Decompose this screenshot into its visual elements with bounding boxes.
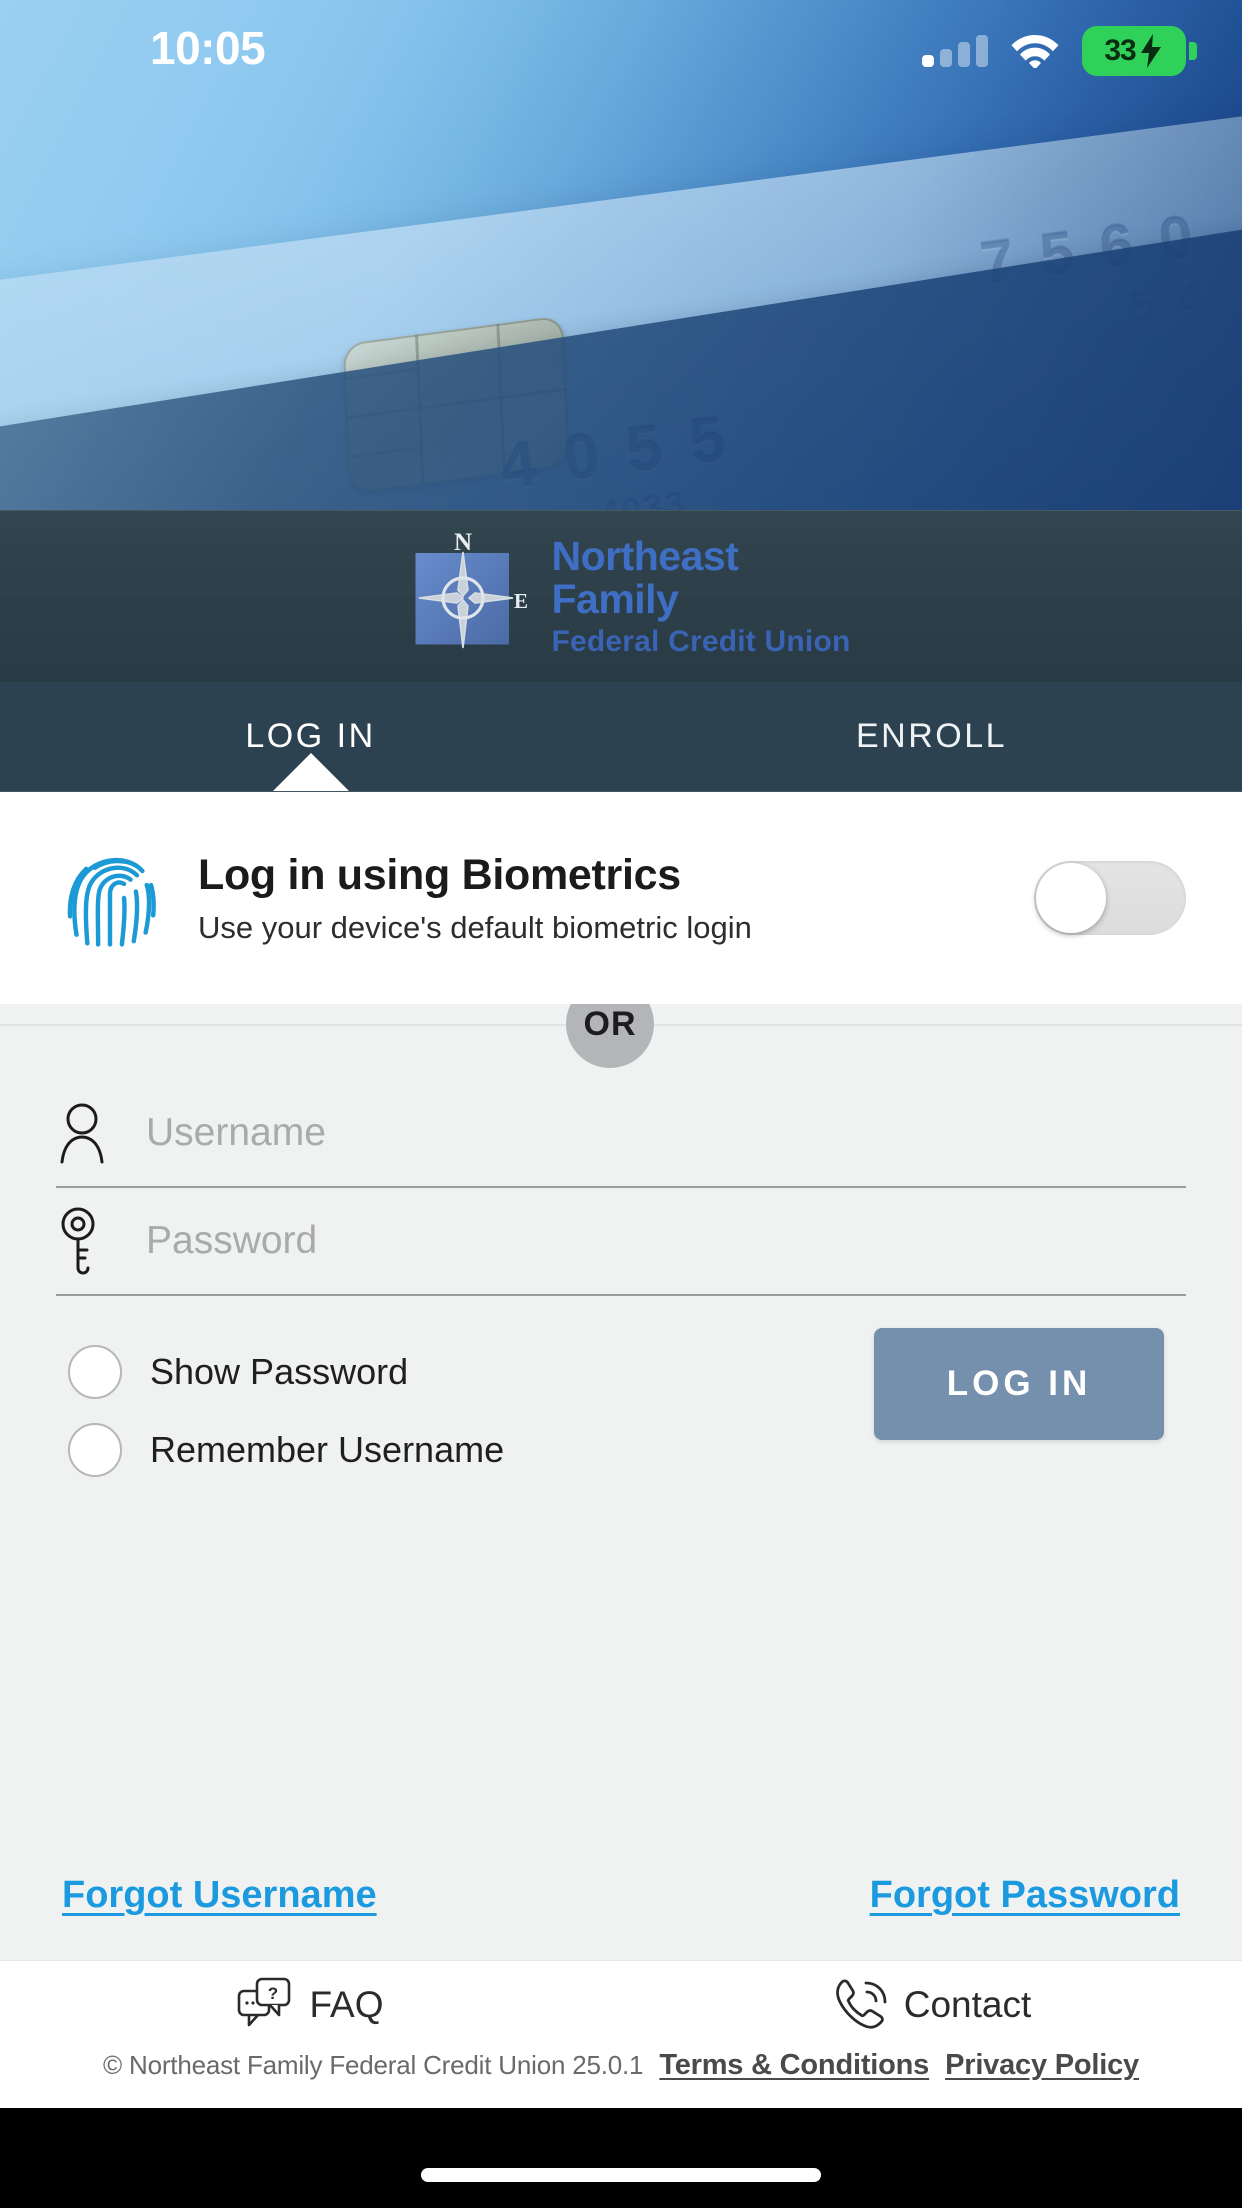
svg-text:?: ? xyxy=(268,1984,278,2003)
battery-charging-icon: 33 xyxy=(1082,26,1197,76)
tab-enroll[interactable]: ENROLL xyxy=(621,682,1242,791)
login-form-area: OR S xyxy=(0,980,1242,2008)
person-icon xyxy=(56,1102,128,1164)
brand-line-2: Family xyxy=(551,576,679,622)
log-in-button[interactable]: LOG IN xyxy=(874,1328,1164,1440)
brand-line-1: Northeast xyxy=(551,533,739,579)
app-footer: ? FAQ Contact © Northeast Family Federal… xyxy=(0,1960,1242,2108)
show-password-checkbox-row[interactable]: Show Password xyxy=(68,1334,504,1410)
tab-enroll-label: ENROLL xyxy=(855,717,1008,755)
phone-ringing-icon xyxy=(832,1976,888,2035)
active-tab-indicator xyxy=(272,753,349,791)
toggle-knob xyxy=(1036,863,1106,933)
faq-button[interactable]: ? FAQ xyxy=(0,1977,621,2034)
compass-rose-icon: N E xyxy=(407,530,528,656)
remember-username-checkbox[interactable] xyxy=(68,1423,122,1477)
fingerprint-icon xyxy=(56,844,164,952)
app-screen: 7 5 6 0 5 4 4 0 5 5 4033 5 1 4 4 VALID T… xyxy=(0,0,1242,2208)
faq-label: FAQ xyxy=(309,1984,384,2025)
compass-north-label: N xyxy=(454,530,472,556)
remember-username-checkbox-row[interactable]: Remember Username xyxy=(68,1412,504,1488)
brand-line-3: Federal Credit Union xyxy=(551,625,851,658)
copyright-text: © Northeast Family Federal Credit Union … xyxy=(103,2050,644,2080)
tab-log-in-label: LOG IN xyxy=(245,717,376,755)
faq-chat-icon: ? xyxy=(237,1977,293,2034)
compass-east-label: E xyxy=(514,589,528,613)
biometric-title: Log in using Biometrics xyxy=(198,850,681,899)
forgot-links-row: Forgot Username Forgot Password xyxy=(0,1874,1242,1917)
wifi-icon xyxy=(1010,30,1060,73)
login-options: Show Password Remember Username xyxy=(68,1334,504,1490)
system-home-bar xyxy=(0,2108,1242,2208)
show-password-label: Show Password xyxy=(150,1351,409,1392)
key-icon xyxy=(56,1206,128,1276)
auth-tab-bar: LOG IN ENROLL xyxy=(0,682,1242,792)
remember-username-label: Remember Username xyxy=(150,1429,505,1470)
show-password-checkbox[interactable] xyxy=(68,1345,122,1399)
username-input[interactable] xyxy=(128,1111,1186,1155)
biometric-login-row: Log in using Biometrics Use your device'… xyxy=(0,792,1242,1004)
username-field-row[interactable] xyxy=(56,1080,1186,1188)
biometric-subtitle: Use your device's default biometric logi… xyxy=(198,909,752,945)
contact-label: Contact xyxy=(903,1984,1032,2025)
forgot-password-link[interactable]: Forgot Password xyxy=(870,1874,1180,1917)
forgot-username-link[interactable]: Forgot Username xyxy=(62,1874,377,1917)
tab-log-in[interactable]: LOG IN xyxy=(0,682,621,791)
privacy-policy-link[interactable]: Privacy Policy xyxy=(945,2049,1139,2082)
password-input[interactable] xyxy=(128,1219,1186,1263)
contact-button[interactable]: Contact xyxy=(621,1976,1242,2035)
brand-name: Northeast Family Federal Credit Union xyxy=(551,536,850,657)
password-field-row[interactable] xyxy=(56,1188,1186,1296)
terms-conditions-link[interactable]: Terms & Conditions xyxy=(659,2049,929,2082)
status-bar-time: 10:05 xyxy=(150,22,266,74)
status-bar: 10:05 33 xyxy=(0,0,1242,96)
legal-footer-row: © Northeast Family Federal Credit Union … xyxy=(0,2049,1242,2082)
cellular-signal-icon xyxy=(922,35,988,67)
battery-percent-label: 33 xyxy=(1104,34,1136,67)
biometric-toggle[interactable] xyxy=(1034,861,1186,935)
brand-logo-band: N E Northeast Family Federal Credit Unio… xyxy=(0,510,1242,682)
home-indicator[interactable] xyxy=(421,2168,821,2182)
